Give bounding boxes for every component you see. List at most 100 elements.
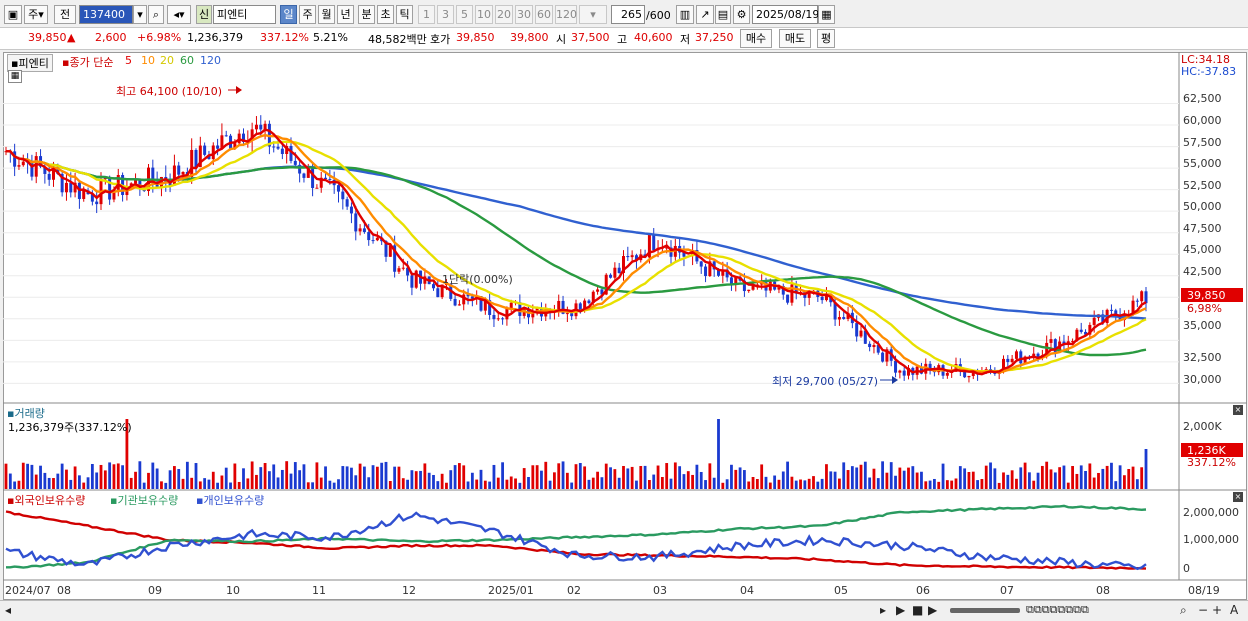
volume-last-pct: 337.12% (1187, 456, 1236, 469)
volume-bar (427, 472, 431, 489)
legend-ma60[interactable]: 60 (180, 54, 194, 67)
holding-lines (5, 504, 1147, 571)
candle-body (216, 145, 220, 149)
scroll-right-icon[interactable]: ▸ (880, 603, 886, 617)
volume-bar (410, 470, 414, 489)
candle-body (280, 148, 284, 154)
volume-bar (164, 482, 168, 489)
zoom-out-icon[interactable]: ⌕ (1180, 603, 1187, 618)
font-size-icon[interactable]: A (1230, 603, 1238, 617)
scroll-left-icon[interactable]: ◂ (5, 603, 11, 617)
candle-body (855, 323, 859, 337)
volume-bar (341, 466, 345, 489)
candle-body (194, 149, 198, 168)
candle-body (328, 178, 332, 180)
legend-ma20[interactable]: 20 (160, 54, 174, 67)
x-tick: 02 (567, 584, 581, 597)
volume-bar (289, 473, 293, 489)
volume-bar (26, 463, 29, 489)
ma120-line (5, 150, 1147, 320)
volume-bar (898, 467, 902, 489)
volume-bar (768, 482, 772, 489)
volume-bar (60, 463, 64, 489)
candle-body (375, 237, 379, 241)
legend-ma10[interactable]: 10 (141, 54, 155, 67)
candle-body (17, 165, 21, 167)
volume-bar (868, 477, 872, 489)
candle-body (1135, 300, 1139, 302)
volume-bar (1010, 470, 1014, 489)
play-icon[interactable]: ▶ (896, 603, 905, 617)
volume-bar (337, 479, 340, 489)
candle-body (501, 318, 505, 320)
plus-icon[interactable]: + (1212, 603, 1222, 617)
volume-bar (1110, 462, 1113, 489)
volume-bar (1118, 465, 1122, 489)
volume-bar (458, 463, 461, 489)
volume-bar (220, 475, 224, 489)
x-tick: 11 (312, 584, 326, 597)
close-icon[interactable]: × (1233, 405, 1243, 415)
legend-close[interactable]: ▪종가 단순 (62, 54, 113, 70)
candle-body (69, 182, 73, 193)
volume-bar (833, 471, 837, 489)
candle-body (626, 255, 630, 258)
legend-individual[interactable]: ▪개인보유수량 (196, 492, 264, 508)
legend-foreign[interactable]: ▪외국인보유수량 (7, 492, 85, 508)
volume-bar (319, 477, 323, 489)
volume-bar (842, 462, 846, 489)
volume-bar (1058, 467, 1062, 489)
volume-bar (138, 461, 142, 489)
zoom-slider[interactable] (950, 608, 1020, 613)
volume-bar (445, 482, 448, 489)
volume-bar (755, 479, 759, 489)
stop-icon[interactable]: ■ (912, 603, 923, 617)
volume-bar (406, 479, 409, 489)
last-price-label: 39,850 (1187, 289, 1226, 302)
x-tick: 08 (57, 584, 71, 597)
volume-bar (954, 478, 958, 489)
volume-bar (177, 469, 181, 489)
high-arrow-head (236, 86, 242, 94)
legend-ma120[interactable]: 120 (200, 54, 221, 67)
forward-icon[interactable]: ▶ (928, 603, 937, 617)
volume-bar (1135, 479, 1139, 489)
candle-body (613, 267, 617, 278)
minus-icon[interactable]: − (1198, 603, 1208, 617)
toolbar-icons[interactable]: ⧉⧉⧉⧉⧉⧉⧉⧉ (1026, 603, 1089, 617)
volume-bar (699, 471, 703, 489)
volume-bar (147, 472, 150, 489)
volume-bar (712, 477, 716, 489)
volume-bar (764, 476, 768, 489)
volume-bar (924, 481, 928, 489)
candle-body (570, 313, 574, 317)
volume-bar (984, 465, 988, 489)
volume-bar (1053, 472, 1057, 489)
volume-bar (920, 471, 923, 489)
volume-bar (993, 468, 997, 489)
drop-note: 1단락(0.00%) (442, 273, 513, 286)
legend-institution[interactable]: ▪기관보유수량 (110, 492, 178, 508)
volume-bar (453, 465, 457, 489)
volume-bar (850, 466, 854, 489)
grid-icon[interactable]: ▦ (8, 70, 22, 83)
volume-bar (1114, 481, 1118, 489)
volume-bar (807, 478, 811, 489)
volume-bar (708, 463, 712, 489)
volume-bar (1036, 472, 1040, 489)
legend-ma5[interactable]: 5 (125, 54, 132, 67)
volume-y-tick: 2,000K (1183, 420, 1222, 433)
volume-bar (617, 477, 621, 489)
candle-body (492, 314, 496, 320)
volume-bar (345, 466, 349, 489)
close-icon[interactable]: × (1233, 492, 1243, 502)
volume-bar (155, 468, 159, 489)
volume-bar (384, 461, 388, 489)
volume-bar (885, 472, 889, 489)
volume-bar (388, 480, 392, 489)
volume-bar (34, 474, 38, 489)
volume-bar (363, 466, 366, 489)
candle-body (432, 284, 435, 289)
volume-bar (738, 467, 742, 489)
volume-bar (583, 466, 587, 489)
